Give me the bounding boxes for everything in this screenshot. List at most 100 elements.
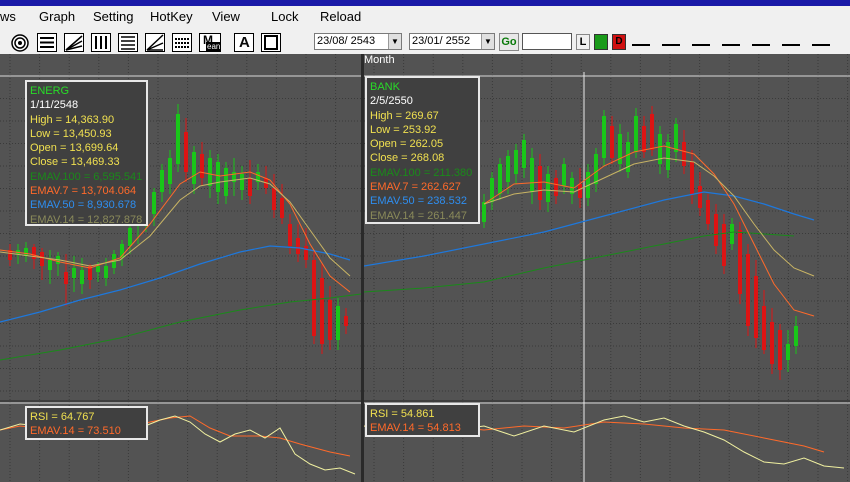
- left-candle-body: [192, 152, 196, 184]
- font-a-icon[interactable]: A: [234, 33, 254, 52]
- right-ema100: EMAV.100 = 211.380: [370, 166, 473, 179]
- left-candle-body: [208, 158, 212, 186]
- menu-views[interactable]: ws: [0, 9, 16, 24]
- from-date-value: 23/08/ 2543: [317, 35, 376, 47]
- left-ema50: EMAV.50 = 8,930.678: [30, 199, 137, 212]
- right-candle-body: [674, 124, 678, 152]
- right-open: Open = 262.05: [370, 138, 444, 151]
- left-chart-panel[interactable]: ENERG 1/11/2548 High = 14,363.90 Low = 1…: [0, 54, 361, 482]
- line-dashdot-button[interactable]: [782, 44, 800, 46]
- right-candle-body: [714, 214, 718, 246]
- toolbar: M ean A 23/08/ 2543 ▼ 23/01/ 2552 ▼ Go L…: [0, 30, 850, 55]
- line-thin-button[interactable]: [632, 44, 650, 46]
- right-rsi-box: RSI = 54.861 EMAV.14 = 54.813: [365, 403, 480, 437]
- right-candle-body: [546, 174, 550, 202]
- right-candle-body: [562, 164, 566, 186]
- chart-view-icon[interactable]: [10, 33, 30, 52]
- right-candle-body: [506, 156, 510, 182]
- right-candle-body: [514, 150, 518, 174]
- right-high: High = 269.67: [370, 109, 439, 122]
- go-button[interactable]: Go: [499, 33, 519, 51]
- right-candle-body: [610, 126, 614, 158]
- right-candle-body: [746, 254, 750, 326]
- right-candle-body: [786, 344, 790, 360]
- left-candle-body: [336, 306, 340, 340]
- line-style-button[interactable]: L: [576, 34, 590, 50]
- left-candle-body: [72, 268, 76, 278]
- fan-lines-icon[interactable]: [64, 33, 84, 52]
- right-candle-body: [794, 326, 798, 346]
- right-candle-body: [634, 116, 638, 152]
- right-candle-body: [594, 154, 598, 184]
- menu-graph[interactable]: Graph: [39, 9, 75, 24]
- left-candle-body: [248, 178, 252, 196]
- left-ema7: EMAV.7 = 13,704.064: [30, 185, 137, 198]
- menu-lock[interactable]: Lock: [271, 9, 298, 24]
- right-candle-body: [738, 230, 742, 294]
- right-candle-body: [682, 142, 686, 166]
- chevron-down-icon[interactable]: ▼: [388, 34, 401, 49]
- left-open: Open = 13,699.64: [30, 142, 119, 155]
- menu-hotkey[interactable]: HotKey: [150, 9, 193, 24]
- right-chart-panel[interactable]: Month BANK 2/5/2550 High = 269.67 Low = …: [364, 54, 850, 482]
- left-candle-body: [224, 168, 228, 196]
- left-candle-body: [312, 260, 316, 336]
- left-candle-body: [280, 198, 284, 218]
- right-info-box: BANK 2/5/2550 High = 269.67 Low = 253.92…: [365, 76, 480, 224]
- left-candle-body: [48, 260, 52, 270]
- right-candle-body: [482, 202, 486, 222]
- moving-average-sublabel: ean: [206, 42, 222, 51]
- left-candle-body: [40, 252, 44, 266]
- text-tool-icon[interactable]: [261, 33, 281, 52]
- line-thick-button[interactable]: [692, 44, 710, 46]
- right-candle-body: [730, 224, 734, 244]
- menu-view[interactable]: View: [212, 9, 240, 24]
- line-medium-button[interactable]: [662, 44, 680, 46]
- menu-setting[interactable]: Setting: [93, 9, 133, 24]
- left-symbol: ENERG: [30, 85, 70, 97]
- line-style-extra-button[interactable]: [812, 44, 830, 46]
- right-date: 2/5/2550: [370, 95, 413, 108]
- right-low: Low = 253.92: [370, 123, 437, 136]
- dotted-lines-icon[interactable]: [172, 33, 192, 52]
- left-rsi-box: RSI = 64.767 EMAV.14 = 73.510: [25, 406, 148, 440]
- vertical-lines-icon[interactable]: [91, 33, 111, 52]
- line-dot-button[interactable]: [752, 44, 770, 46]
- right-candle-body: [522, 140, 526, 168]
- right-candle-body: [498, 164, 502, 194]
- left-candle-body: [80, 270, 84, 284]
- right-candle-body: [754, 276, 758, 338]
- left-candle-body: [288, 224, 292, 246]
- bear-color-button[interactable]: D: [612, 34, 626, 50]
- menu-reload[interactable]: Reload: [320, 9, 361, 24]
- horizontal-lines-icon[interactable]: [37, 33, 57, 52]
- chevron-down-icon[interactable]: ▼: [481, 34, 494, 49]
- to-date-select[interactable]: 23/01/ 2552 ▼: [409, 33, 495, 50]
- left-ema100-line: [0, 293, 361, 361]
- angle-lines-icon[interactable]: [145, 33, 165, 52]
- left-ema14: EMAV.14 = 12,827.878: [30, 213, 143, 226]
- left-date: 1/11/2548: [30, 99, 79, 112]
- right-candle-body: [770, 322, 774, 364]
- right-candle-body: [698, 186, 702, 208]
- bull-color-button[interactable]: [594, 34, 608, 50]
- left-candle-body: [184, 132, 188, 172]
- left-candle-body: [128, 228, 132, 246]
- right-candle-body: [706, 200, 710, 224]
- left-candle-body: [328, 300, 332, 340]
- right-ema7: EMAV.7 = 262.627: [370, 181, 461, 194]
- horizontal-bars-icon[interactable]: [118, 33, 138, 52]
- right-candle-body: [762, 306, 766, 350]
- right-rsi: RSI = 54.861: [370, 408, 435, 420]
- moving-average-icon[interactable]: M ean: [199, 33, 222, 52]
- left-candle-body: [296, 238, 300, 254]
- period-label: Month: [364, 54, 395, 66]
- menu-bar: ws Graph Setting HotKey View Lock Reload: [0, 6, 850, 30]
- font-a-label: A: [239, 34, 250, 51]
- line-dash-button[interactable]: [722, 44, 740, 46]
- symbol-input[interactable]: [522, 33, 572, 50]
- right-candle-body: [778, 330, 782, 370]
- from-date-select[interactable]: 23/08/ 2543 ▼: [314, 33, 402, 50]
- right-candle-body: [650, 114, 654, 150]
- right-ema14: EMAV.14 = 261.447: [370, 209, 467, 222]
